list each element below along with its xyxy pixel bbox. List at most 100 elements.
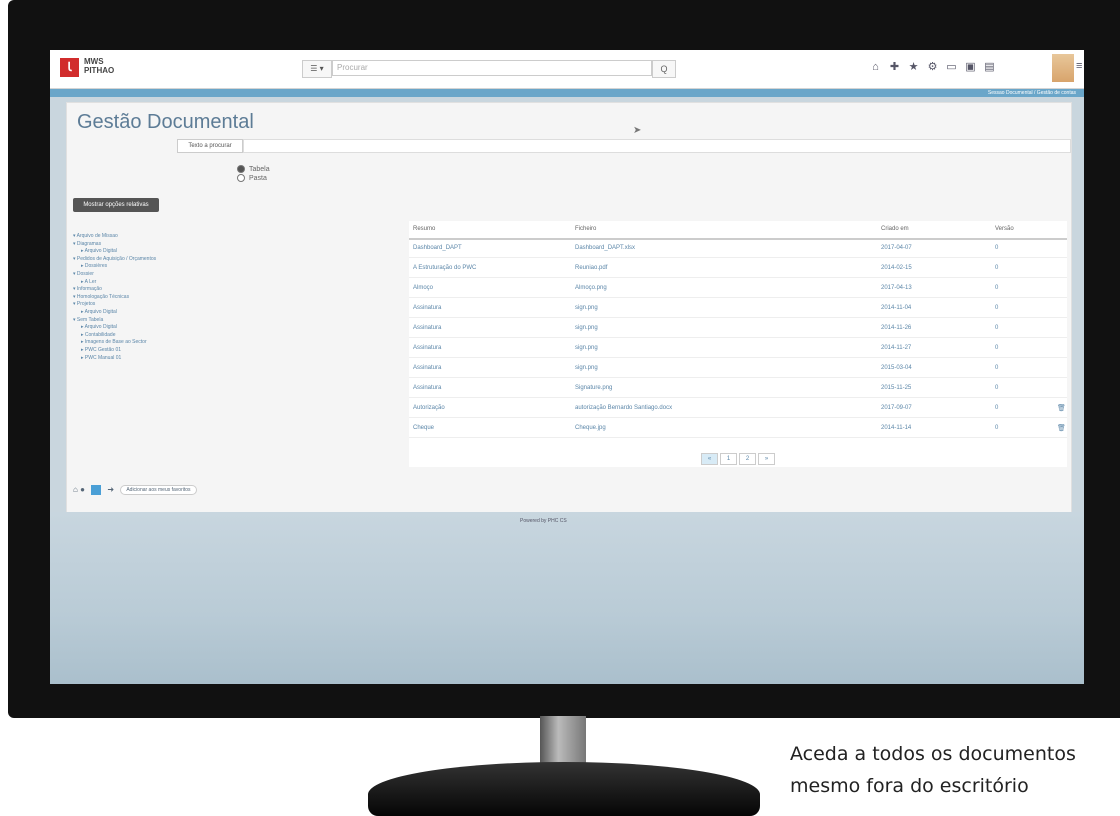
tree-item[interactable]: ▸ Contabilidade xyxy=(73,332,156,340)
breadcrumb[interactable]: Sessao Documental / Gestão de contas xyxy=(988,89,1076,97)
search-icon[interactable]: Q xyxy=(652,60,676,78)
table-cell-ficheiro[interactable]: Reuniao.pdf xyxy=(575,260,865,277)
pager-button[interactable]: « xyxy=(701,453,718,465)
tree-item-label: Arquivo Digital xyxy=(84,308,117,315)
table-row[interactable]: Assinatura Signature.png 2015-11-25 0 xyxy=(409,380,1067,398)
table-cell-ficheiro[interactable]: sign.png xyxy=(575,340,865,357)
tree-item-label: Imagens de Base ao Sector xyxy=(84,339,147,346)
table-cell-ficheiro[interactable]: sign.png xyxy=(575,320,865,337)
table-row[interactable]: Assinatura sign.png 2014-11-26 0 xyxy=(409,320,1067,338)
home-icon[interactable]: ⌂ xyxy=(73,485,78,494)
radio-folder-icon[interactable] xyxy=(237,174,245,182)
tree-item[interactable]: ▸ PWC Manual 01 xyxy=(73,355,156,363)
tree-item-label: Pedidos de Aquisição / Orçamentos xyxy=(76,255,157,262)
pager-button[interactable]: 2 xyxy=(739,453,756,465)
table-cell-versao: 0 xyxy=(995,265,999,271)
table-cell-criado: 2017-04-07 xyxy=(881,245,912,251)
table-cell-resumo[interactable]: Dashboard_DAPT xyxy=(413,240,569,257)
table-row[interactable]: Assinatura sign.png 2014-11-04 0 xyxy=(409,300,1067,318)
table-cell-ficheiro[interactable]: sign.png xyxy=(575,360,865,377)
global-search-input[interactable]: Procurar xyxy=(332,60,652,76)
tree-item[interactable]: ▸ Imagens de Base ao Sector xyxy=(73,339,156,347)
trash-icon[interactable]: 🗑 xyxy=(1057,420,1066,437)
logo-text[interactable]: MWS PITHAO xyxy=(84,57,114,75)
tree-item[interactable]: ▸ A Ler xyxy=(73,279,156,287)
tree-item-label: Diagramas xyxy=(76,240,102,247)
tree-item[interactable]: ▾ Homologação Técnicas xyxy=(73,294,156,302)
pager-button[interactable]: 1 xyxy=(720,453,737,465)
tree-item[interactable]: ▸ Arquivo Digital xyxy=(73,324,156,332)
table-cell-criado: 2015-03-04 xyxy=(881,365,912,371)
monitor-icon[interactable]: ▤ xyxy=(980,60,999,73)
table-cell-resumo[interactable]: Assinatura xyxy=(413,380,569,397)
table-cell-resumo[interactable]: Assinatura xyxy=(413,300,569,317)
view-option-table[interactable]: Tabela xyxy=(237,165,270,173)
tree-item[interactable]: ▾ Dossier xyxy=(73,271,156,279)
table-cell-ficheiro[interactable]: Dashboard_DAPT.xlsx xyxy=(575,240,865,257)
trash-icon[interactable]: 🗑 xyxy=(1057,400,1066,417)
column-header[interactable]: Versão xyxy=(995,221,1035,238)
document-search-input[interactable] xyxy=(243,139,1071,153)
table-cell-ficheiro[interactable]: sign.png xyxy=(575,300,865,317)
tree-item[interactable]: ▾ Sem Tabela xyxy=(73,317,156,325)
laptop-icon[interactable]: ▣ xyxy=(961,60,980,73)
table-cell-resumo[interactable]: Assinatura xyxy=(413,340,569,357)
table-cell-resumo[interactable]: Assinatura xyxy=(413,360,569,377)
plus-icon[interactable]: ✚ xyxy=(885,60,904,73)
gear-icon[interactable]: ⚙ xyxy=(923,60,942,73)
tree-item[interactable]: ▸ Arquivo Digital xyxy=(73,248,156,256)
tree-item[interactable]: ▾ Pedidos de Aquisição / Orçamentos xyxy=(73,256,156,264)
column-header[interactable]: Criado em xyxy=(881,221,991,238)
documents-table: Resumo Ficheiro Criado em Versão Dashboard_D… xyxy=(409,221,1067,467)
table-cell-resumo[interactable]: Assinatura xyxy=(413,320,569,337)
table-cell-ficheiro[interactable]: Signature.png xyxy=(575,380,865,397)
tree-item[interactable]: ▾ Projetos xyxy=(73,301,156,309)
tree-item[interactable]: ▾ Informação xyxy=(73,286,156,294)
hamburger-menu-icon[interactable]: ≡ xyxy=(1076,60,1082,72)
star-icon[interactable]: ★ xyxy=(904,60,923,73)
table-cell-ficheiro[interactable]: Almoço.png xyxy=(575,280,865,297)
home-icon[interactable]: ⌂ xyxy=(866,61,885,73)
table-row[interactable]: Autorização autorização Bernardo Santiago… xyxy=(409,400,1067,418)
menu-dropdown-button[interactable]: ☰ ▾ xyxy=(302,60,332,78)
table-row[interactable]: Cheque Cheque.jpg 2014-11-14 0 🗑 xyxy=(409,420,1067,438)
radio-table-icon[interactable] xyxy=(237,165,245,173)
table-cell-resumo[interactable]: A Estruturação do PWC xyxy=(413,260,569,277)
table-cell-resumo[interactable]: Almoço xyxy=(413,280,569,297)
column-header[interactable]: Resumo xyxy=(413,221,569,238)
tree-item[interactable]: ▸ PWC Gestão 01 xyxy=(73,347,156,355)
tree-item-label: Arquivo de Missao xyxy=(76,233,118,239)
table-row[interactable]: Dashboard_DAPT Dashboard_DAPT.xlsx 2017-04… xyxy=(409,240,1067,258)
logo-icon[interactable]: Ꙇ xyxy=(60,58,79,77)
table-row[interactable]: Almoço Almoço.png 2017-04-13 0 xyxy=(409,280,1067,298)
calendar-icon[interactable]: ▭ xyxy=(942,60,961,73)
tree-item[interactable]: ▾ Arquivo de Missao xyxy=(73,233,156,241)
favorites-pill[interactable]: Adicionar aos meus favoritos xyxy=(120,485,197,495)
square-icon[interactable] xyxy=(91,485,102,495)
search-text-label[interactable]: Texto a procurar xyxy=(177,139,243,153)
table-cell-resumo[interactable]: Cheque xyxy=(413,420,569,437)
table-row[interactable]: Assinatura sign.png 2015-03-04 0 xyxy=(409,360,1067,378)
arrow-icon[interactable]: ➜ xyxy=(107,485,114,494)
footer-text[interactable]: Powered by PHC CS xyxy=(520,518,567,524)
tree-item-label: PWC Manual 01 xyxy=(84,354,122,361)
table-cell-versao: 0 xyxy=(995,405,999,411)
table-cell-criado: 2014-11-27 xyxy=(881,345,912,351)
tree-item-label: Arquivo Digital xyxy=(84,248,117,255)
table-row[interactable]: A Estruturação do PWC Reuniao.pdf 2014-02-… xyxy=(409,260,1067,278)
table-cell-criado: 2015-11-25 xyxy=(881,385,912,391)
column-header[interactable]: Ficheiro xyxy=(575,221,865,238)
monitor-stand-base xyxy=(368,762,760,816)
show-options-button[interactable]: Mostrar opções relativas xyxy=(73,198,159,212)
view-option-folder[interactable]: Pasta xyxy=(237,174,267,182)
dot-icon[interactable]: ● xyxy=(80,485,85,494)
tree-item[interactable]: ▸ Dossières xyxy=(73,263,156,271)
tree-item[interactable]: ▸ Arquivo Digital xyxy=(73,309,156,317)
pager-button[interactable]: » xyxy=(758,453,775,465)
table-cell-resumo[interactable]: Autorização xyxy=(413,400,569,417)
table-cell-ficheiro[interactable]: Cheque.jpg xyxy=(575,420,865,437)
tree-item[interactable]: ▾ Diagramas xyxy=(73,241,156,249)
table-cell-ficheiro[interactable]: autorização Bernardo Santiago.docx xyxy=(575,400,865,417)
avatar[interactable] xyxy=(1052,54,1074,82)
table-row[interactable]: Assinatura sign.png 2014-11-27 0 xyxy=(409,340,1067,358)
